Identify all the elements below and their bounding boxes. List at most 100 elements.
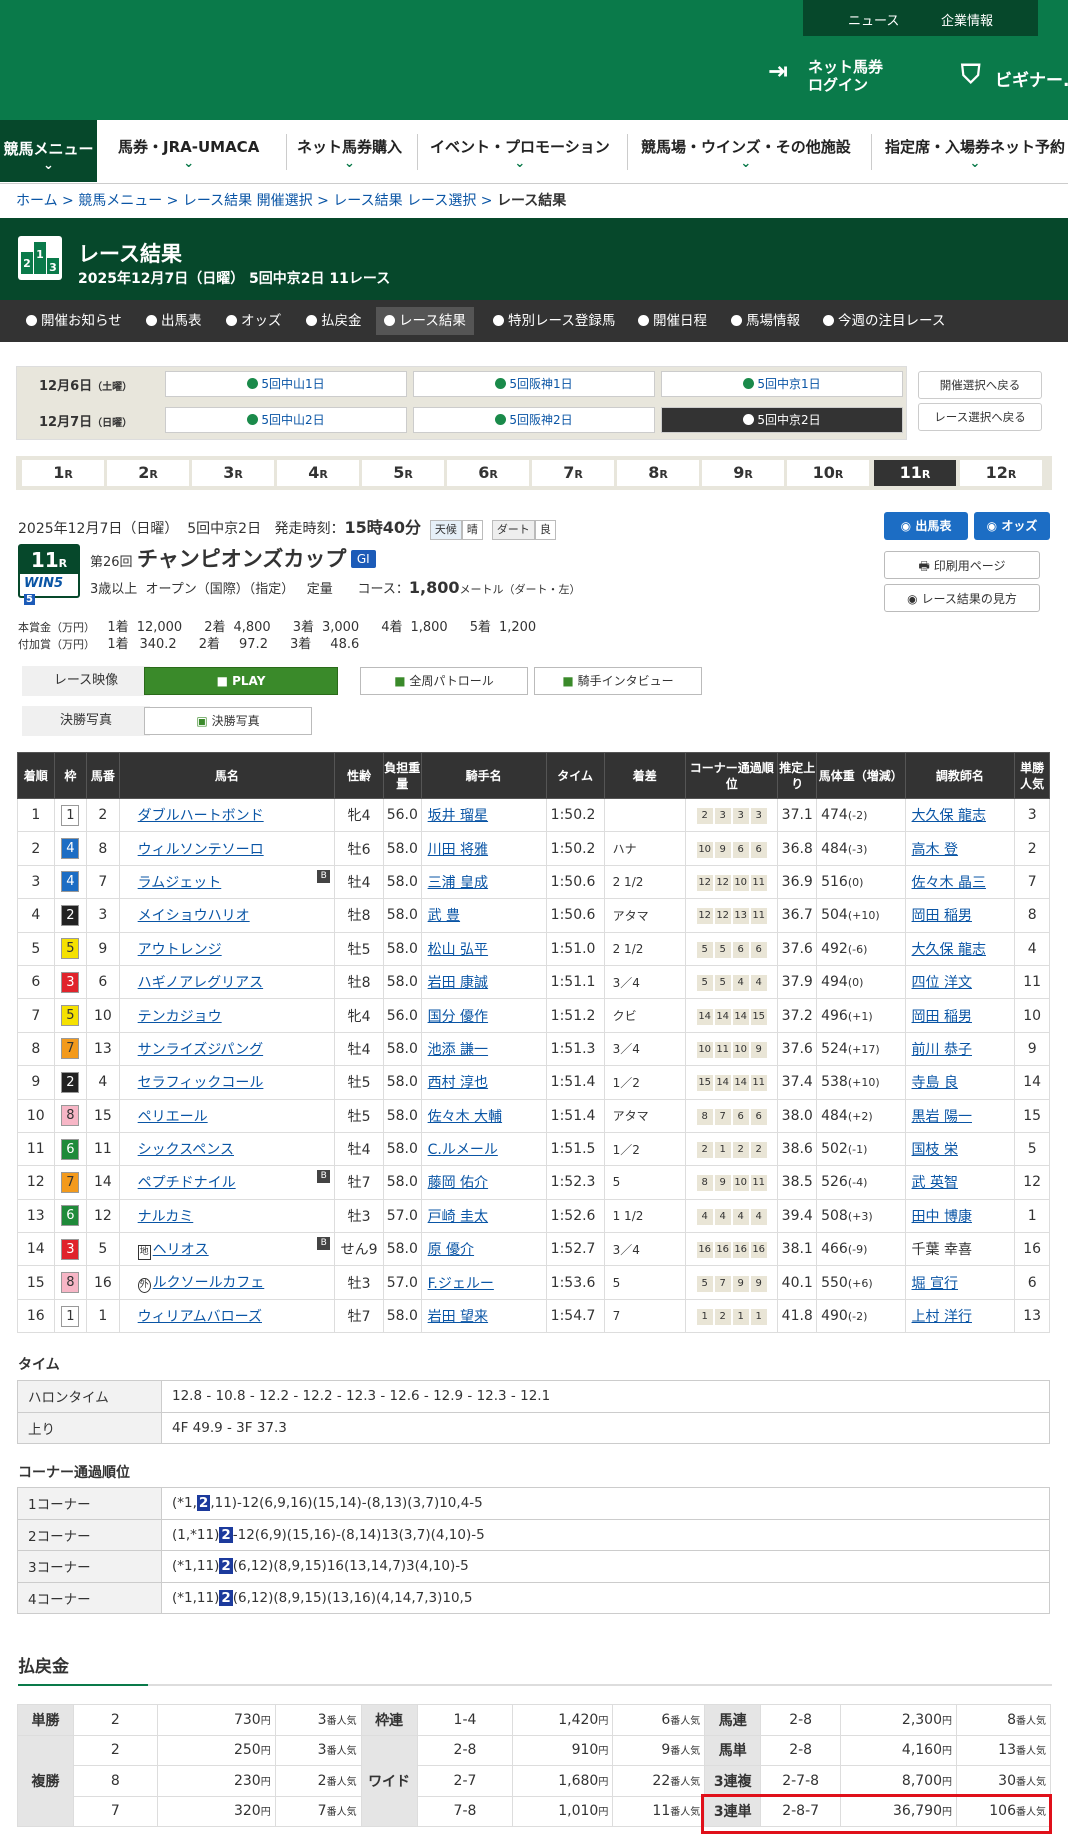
race-tab[interactable]: 6R: [447, 460, 529, 486]
jockey-link[interactable]: 藤岡 佑介: [420, 1165, 547, 1200]
horse-name-link[interactable]: アウトレンジ: [118, 931, 336, 966]
horse-name-link[interactable]: サンライズジパング: [118, 1031, 336, 1067]
entries-button[interactable]: ◉ 出馬表: [884, 512, 968, 540]
breadcrumb-home[interactable]: ホーム: [16, 193, 58, 209]
jockey-link[interactable]: 三浦 皇成: [420, 864, 547, 900]
horse-name-link[interactable]: 外ルクソールカフェ: [118, 1265, 336, 1300]
jockey-link[interactable]: 国分 優作: [420, 998, 547, 1033]
subnav-featured[interactable]: 今週の注目レース: [823, 300, 945, 342]
subnav-schedule[interactable]: 開催日程: [638, 300, 707, 342]
jockey-link[interactable]: 松山 弘平: [420, 931, 547, 966]
howto-button[interactable]: ◉ レース結果の見方: [884, 584, 1040, 612]
news-link[interactable]: ニュース: [848, 10, 899, 29]
breadcrumb-menu[interactable]: 競馬メニュー: [78, 193, 162, 209]
gnav-keiba-menu[interactable]: 競馬メニュー ⌄: [0, 120, 97, 182]
patrol-video-button[interactable]: ■ 全周パトロール: [360, 667, 528, 695]
race-tab[interactable]: 2R: [107, 460, 189, 486]
jockey-link[interactable]: 戸崎 圭太: [420, 1198, 547, 1234]
horse-name-link[interactable]: ダブルハートボンド: [118, 797, 336, 833]
sex-age: 牡3: [334, 1198, 384, 1234]
race-tab[interactable]: 10R: [787, 460, 869, 486]
trainer-link[interactable]: 佐々木 晶三: [904, 864, 1016, 900]
venue-button[interactable]: 5回阪神1日: [413, 371, 655, 397]
horse-name-link[interactable]: ラムジェット B: [118, 864, 336, 900]
breadcrumb-race-select[interactable]: レース結果 レース選択: [333, 193, 476, 209]
odds-button[interactable]: ◉ オッズ: [974, 512, 1050, 540]
trainer-link[interactable]: 岡田 稲男: [904, 998, 1016, 1033]
breadcrumb-meet-select[interactable]: レース結果 開催選択: [183, 193, 313, 209]
back-to-race-select-button[interactable]: レース選択へ戻る: [918, 403, 1042, 431]
jockey-link[interactable]: 西村 淳也: [420, 1065, 547, 1100]
trainer-link[interactable]: 田中 博康: [904, 1198, 1016, 1234]
corp-info-link[interactable]: 企業情報: [941, 10, 993, 29]
race-tab[interactable]: 5R: [362, 460, 444, 486]
gnav-baken[interactable]: 馬券・JRA-UMACA ⌄: [118, 136, 259, 171]
venue-button[interactable]: 5回中京1日: [661, 371, 903, 397]
trainer-link[interactable]: 寺島 良: [904, 1065, 1016, 1100]
jockey-link[interactable]: 武 豊: [420, 898, 547, 933]
trainer-link[interactable]: 大久保 龍志: [904, 797, 1016, 833]
race-tab[interactable]: 8R: [617, 460, 699, 486]
trainer-link[interactable]: 大久保 龍志: [904, 931, 1016, 966]
subnav-payout[interactable]: 払戻金: [306, 300, 362, 342]
horse-name-link[interactable]: ハギノアレグリアス: [118, 964, 336, 1000]
jockey-link[interactable]: C.ルメール: [420, 1131, 547, 1167]
race-tab[interactable]: 3R: [192, 460, 274, 486]
trainer-link[interactable]: 武 英智: [904, 1165, 1016, 1200]
results-header: 単勝人気: [1014, 752, 1050, 799]
subnav-entries[interactable]: 出馬表: [146, 300, 202, 342]
horse-name-link[interactable]: ウィリアムバローズ: [118, 1298, 336, 1334]
horse-name-link[interactable]: ペリエール: [118, 1098, 336, 1133]
trainer-link[interactable]: 前川 恭子: [904, 1031, 1016, 1067]
jockey-link[interactable]: 池添 謙一: [420, 1031, 547, 1067]
subnav-odds[interactable]: オッズ: [226, 300, 282, 342]
subnav-track-info[interactable]: 馬場情報: [731, 300, 800, 342]
jockey-link[interactable]: 坂井 瑠星: [420, 797, 547, 833]
trainer-link[interactable]: 上村 洋行: [904, 1298, 1016, 1334]
race-tab[interactable]: 12R: [960, 460, 1042, 486]
race-tab[interactable]: 9R: [702, 460, 784, 486]
trainer-link[interactable]: 四位 洋文: [904, 964, 1016, 1000]
trainer-link[interactable]: 国枝 栄: [904, 1131, 1016, 1167]
horse-name-link[interactable]: シックスペンス: [118, 1131, 336, 1167]
race-tab[interactable]: 1R: [22, 460, 104, 486]
print-page-button[interactable]: 🖶 印刷用ページ: [884, 551, 1040, 579]
horse-name-link[interactable]: ナルカミ: [118, 1198, 336, 1234]
horse-name-link[interactable]: メイショウハリオ: [118, 898, 336, 933]
trainer-link[interactable]: 黒岩 陽一: [904, 1098, 1016, 1133]
gnav-event[interactable]: イベント・プロモーション ⌄: [430, 136, 610, 171]
jockey-link[interactable]: 川田 将雅: [420, 831, 547, 866]
interview-video-button[interactable]: ■ 騎手インタビュー: [534, 667, 702, 695]
subnav-notice[interactable]: 開催お知らせ: [26, 300, 122, 342]
horse-name-link[interactable]: テンカジョウ: [118, 998, 336, 1033]
finish-photo-button[interactable]: ▣ 決勝写真: [144, 707, 312, 735]
jockey-link[interactable]: 佐々木 大輔: [420, 1098, 547, 1133]
jockey-link[interactable]: F.ジェルー: [420, 1265, 547, 1300]
horse-name-link[interactable]: ウィルソンテソーロ: [118, 831, 336, 866]
beginner-link[interactable]: ⛉ ビギナー...: [961, 60, 1068, 91]
gnav-facilities[interactable]: 競馬場・ウインズ・その他施設 ⌄: [641, 136, 851, 171]
jockey-link[interactable]: 原 優介: [420, 1232, 547, 1267]
venue-button[interactable]: 5回阪神2日: [413, 407, 655, 433]
trainer-link[interactable]: 岡田 稲男: [904, 898, 1016, 933]
subnav-special-entries[interactable]: 特別レース登録馬: [493, 300, 615, 342]
horse-name-link[interactable]: セラフィックコール: [118, 1065, 336, 1100]
horse-name-link[interactable]: ペプチドナイル B: [118, 1165, 336, 1200]
venue-button[interactable]: 5回中山1日: [165, 371, 407, 397]
gnav-net-baken[interactable]: ネット馬券購入 ⌄: [297, 136, 402, 171]
venue-button-current[interactable]: 5回中京2日: [661, 407, 903, 433]
race-tab[interactable]: 7R: [532, 460, 614, 486]
jockey-link[interactable]: 岩田 康誠: [420, 964, 547, 1000]
race-tab-current[interactable]: 11R: [874, 460, 956, 486]
jockey-link[interactable]: 岩田 望来: [420, 1298, 547, 1334]
subnav-results[interactable]: レース結果: [376, 307, 474, 335]
venue-button[interactable]: 5回中山2日: [165, 407, 407, 433]
play-video-button[interactable]: ■ PLAY: [144, 667, 338, 695]
trainer-link[interactable]: 堀 宣行: [904, 1265, 1016, 1300]
trainer-link[interactable]: 高木 登: [904, 831, 1016, 866]
horse-name-link[interactable]: 地ヘリオス B: [118, 1232, 336, 1267]
back-to-meet-select-button[interactable]: 開催選択へ戻る: [918, 371, 1042, 399]
gnav-reserved-seats[interactable]: 指定席・入場券ネット予約 ⌄: [885, 136, 1065, 171]
race-tab[interactable]: 4R: [277, 460, 359, 486]
login-button[interactable]: ⇥ ネット馬券 ログイン: [768, 58, 883, 94]
